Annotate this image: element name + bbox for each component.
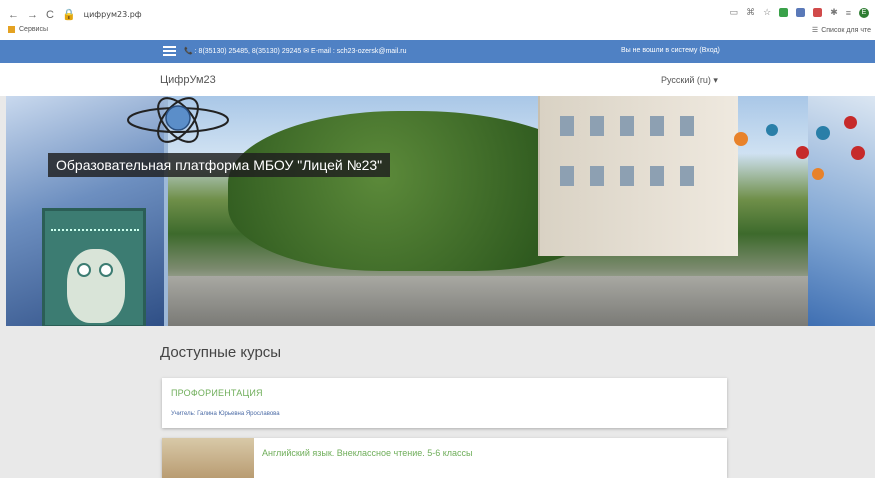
lock-icon[interactable]: 🔒 — [62, 8, 76, 21]
molecule-icon — [812, 168, 824, 180]
star-icon[interactable]: ☆ — [763, 7, 771, 18]
course-card[interactable]: Английский язык. Внеклассное чтение. 5-6… — [162, 438, 727, 478]
courses-section: Доступные курсы ПРОФОРИЕНТАЦИЯ Учитель: … — [0, 326, 875, 478]
extension-icon[interactable] — [796, 8, 806, 17]
course-teacher[interactable]: Учитель: Галина Юрьевна Ярославова — [171, 411, 280, 417]
address-bar[interactable]: цифрум23.рф — [84, 10, 142, 19]
hero-banner: Образовательная платформа МБОУ "Лицей №2… — [6, 96, 875, 326]
globe-icon — [127, 97, 229, 143]
contact-bar: 📞 : 8(35130) 25485, 8(35130) 29245 ✉ E-m… — [0, 40, 875, 63]
owl-logo — [42, 208, 146, 326]
molecule-icon — [734, 132, 748, 146]
site-brand[interactable]: ЦифрУм23 — [160, 74, 216, 86]
forward-icon[interactable]: → — [27, 9, 38, 21]
puzzle-icon[interactable]: ✱ — [830, 7, 838, 18]
building-shape — [538, 96, 738, 256]
extension-icon[interactable] — [779, 8, 789, 17]
cast-icon[interactable]: ▭ — [730, 7, 739, 18]
bookmark-label: Сервисы — [19, 26, 49, 33]
reading-list-label: Список для чте — [821, 26, 871, 34]
site-header: ЦифрУм23 Русский (ru) ▾ — [0, 63, 875, 96]
reading-list[interactable]: ☰ Список для чте — [811, 26, 871, 35]
back-icon[interactable]: ← — [8, 9, 19, 21]
road-shape — [168, 276, 808, 326]
browser-nav: ← → C 🔒 цифрум23.рф — [8, 8, 142, 22]
course-title[interactable]: Английский язык. Внеклассное чтение. 5-6… — [262, 448, 473, 458]
course-card[interactable]: ПРОФОРИЕНТАЦИЯ Учитель: Галина Юрьевна Я… — [162, 378, 727, 428]
molecule-icon — [851, 146, 865, 160]
contact-info: 📞 : 8(35130) 25485, 8(35130) 29245 ✉ E-m… — [184, 48, 407, 55]
avatar[interactable]: Е — [859, 7, 869, 18]
courses-heading: Доступные курсы — [160, 344, 282, 361]
bookmark-item[interactable]: Сервисы — [8, 26, 48, 33]
molecule-icon — [796, 146, 809, 159]
reload-icon[interactable]: C — [46, 9, 54, 21]
menu-icon[interactable] — [163, 46, 176, 56]
apps-grid-icon — [8, 26, 15, 33]
browser-chrome: ← → C 🔒 цифрум23.рф ▭ ⌘ ☆ ✱ ≡ Е Сервисы … — [0, 0, 875, 40]
molecule-icon — [816, 126, 830, 140]
language-selector[interactable]: Русский (ru) ▾ — [661, 75, 718, 86]
reading-mode-icon[interactable]: ≡ — [846, 8, 851, 18]
course-thumbnail[interactable] — [162, 438, 254, 478]
hero-photo — [168, 96, 808, 326]
extension-icon[interactable] — [813, 8, 823, 17]
course-title[interactable]: ПРОФОРИЕНТАЦИЯ — [171, 388, 263, 398]
molecule-icon — [766, 124, 778, 136]
translate-icon[interactable]: ⌘ — [746, 7, 755, 18]
hero-title: Образовательная платформа МБОУ "Лицей №2… — [48, 153, 391, 177]
reading-list-icon: ☰ — [811, 27, 819, 34]
extensions-bar: ▭ ⌘ ☆ ✱ ≡ Е — [730, 7, 869, 18]
login-link[interactable]: Вы не вошли в систему (Вход) — [621, 47, 720, 54]
molecule-icon — [844, 116, 857, 129]
